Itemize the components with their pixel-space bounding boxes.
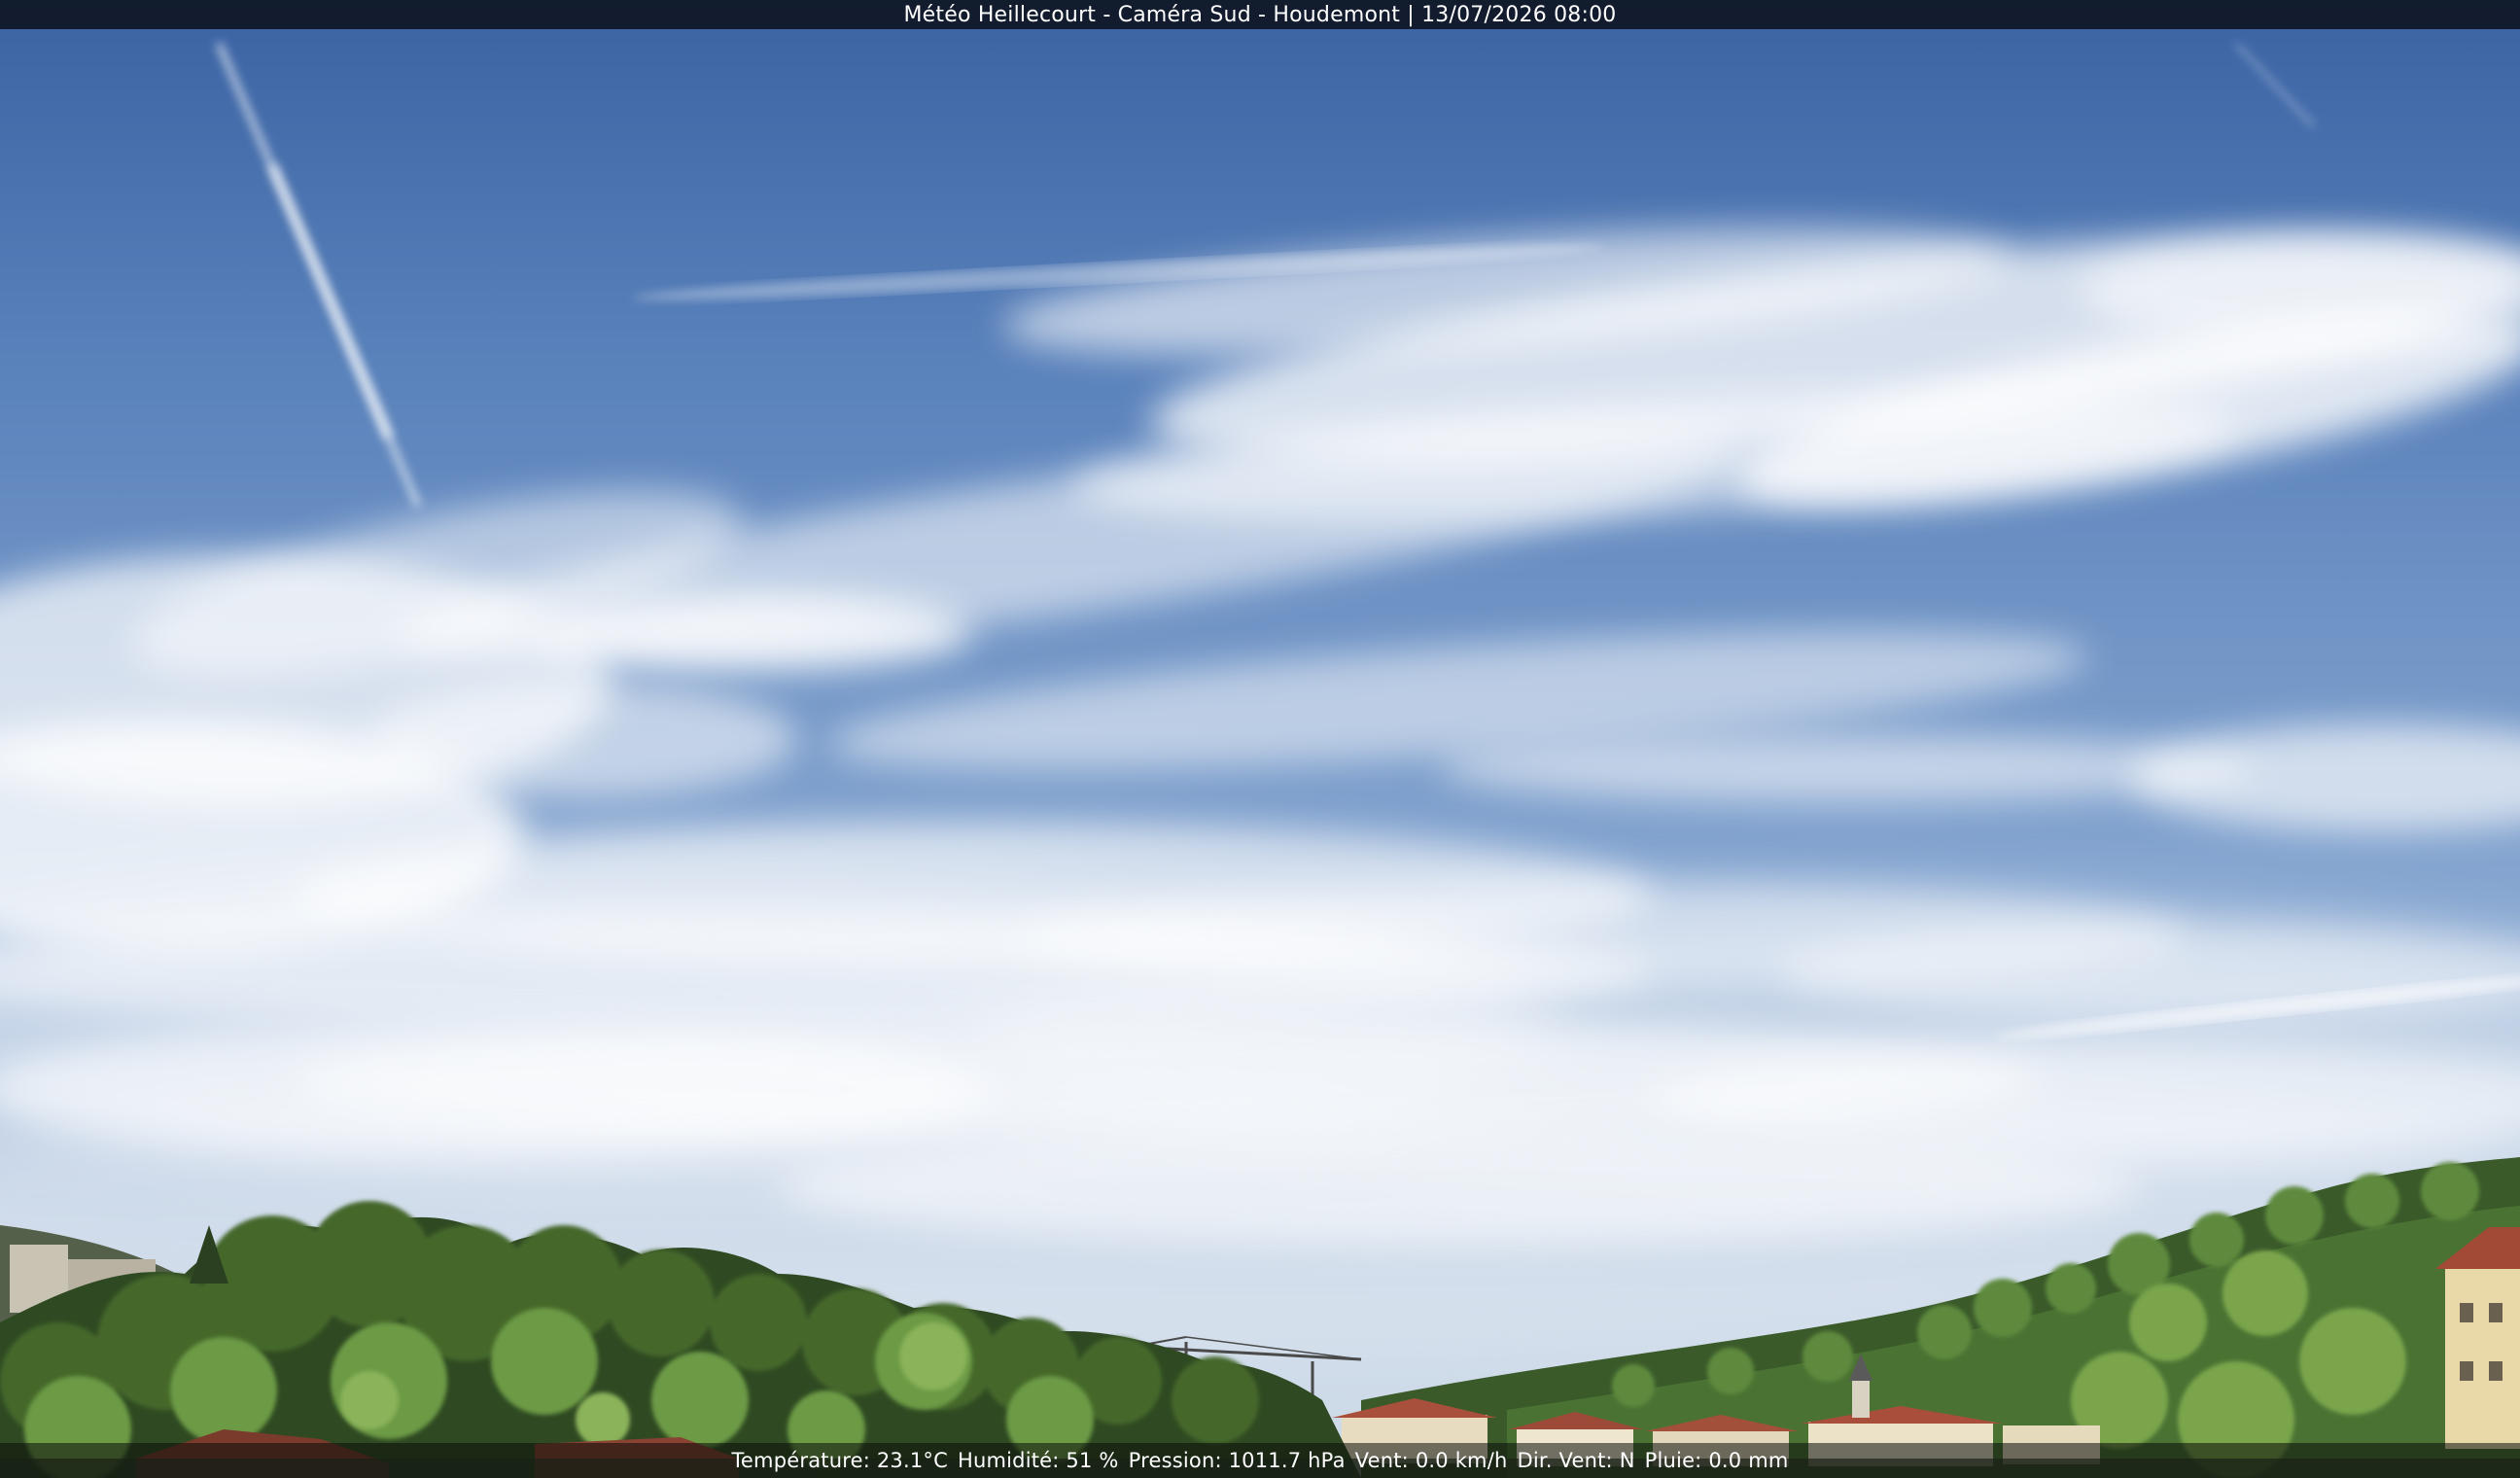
rain-reading: Pluie: 0.0 mm (1644, 1449, 1789, 1472)
wind-direction-reading: Dir. Vent: N (1517, 1449, 1635, 1472)
weather-readings-bar: Température: 23.1°C Humidité: 51 % Press… (0, 1443, 2520, 1478)
temperature-reading: Température: 23.1°C (731, 1449, 948, 1472)
webcam-image (0, 0, 2520, 1478)
wind-speed-reading: Vent: 0.0 km/h (1354, 1449, 1508, 1472)
webcam-title-bar: Météo Heillecourt - Caméra Sud - Houdemo… (0, 0, 2520, 29)
humidity-reading: Humidité: 51 % (957, 1449, 1119, 1472)
webcam-frame: Météo Heillecourt - Caméra Sud - Houdemo… (0, 0, 2520, 1478)
webcam-title: Météo Heillecourt - Caméra Sud - Houdemo… (903, 2, 1617, 27)
pressure-reading: Pression: 1011.7 hPa (1128, 1449, 1346, 1472)
